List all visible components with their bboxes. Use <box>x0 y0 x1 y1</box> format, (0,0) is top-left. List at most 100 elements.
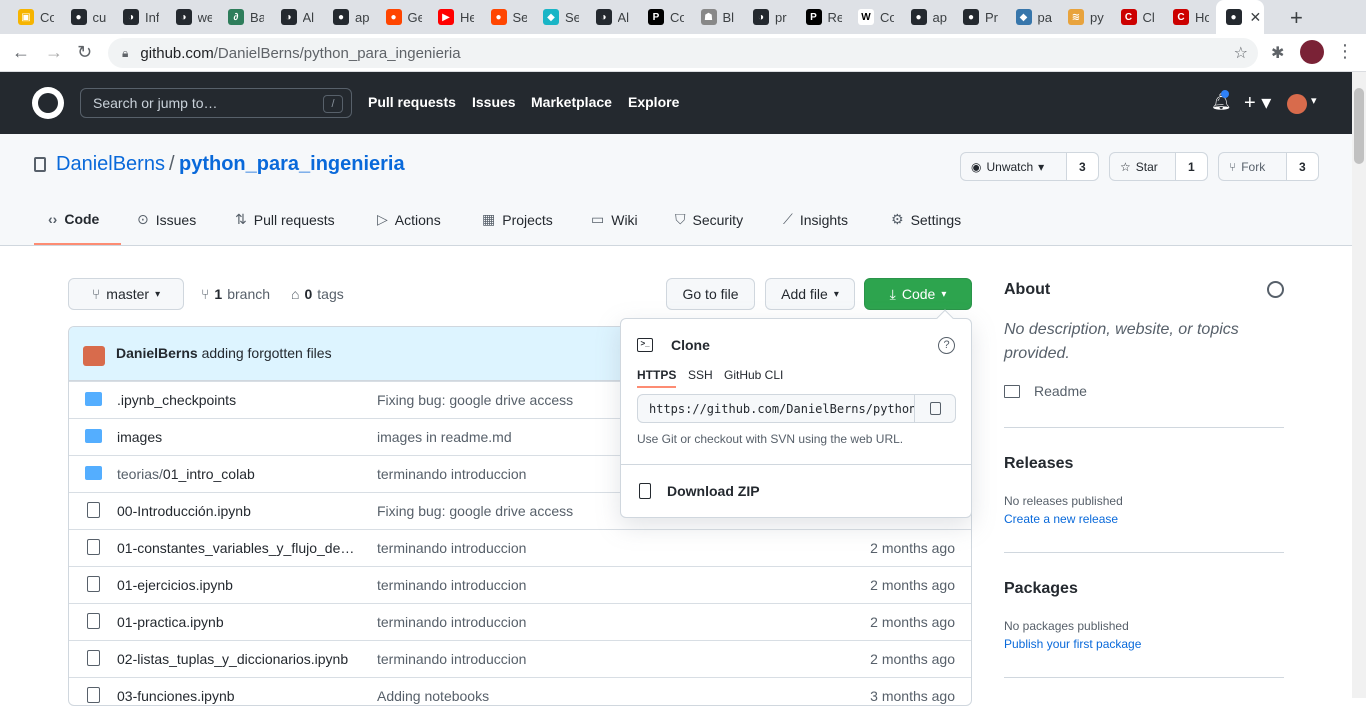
reload-icon[interactable]: ↻ <box>77 42 92 63</box>
file-commit-message[interactable]: Fixing bug: google drive access <box>377 503 573 519</box>
file-name[interactable]: .ipynb_checkpoints <box>117 392 357 408</box>
tab-github-cli[interactable]: GitHub CLI <box>724 368 783 382</box>
browser-tab[interactable]: ◆ pa <box>1006 0 1059 34</box>
file-name[interactable]: teorias/01_intro_colab <box>117 466 357 482</box>
bookmark-star-icon[interactable]: ☆ <box>1234 43 1248 63</box>
file-name[interactable]: 01-constantes_variables_y_flujo_de… <box>117 540 357 556</box>
file-commit-message[interactable]: terminando introduccion <box>377 651 526 667</box>
copy-url-button[interactable] <box>914 394 956 423</box>
browser-tab[interactable]: ∂ Ba <box>218 0 271 34</box>
branch-select-button[interactable]: ⑂ master ▾ <box>68 278 184 310</box>
gear-icon[interactable] <box>1267 281 1284 298</box>
browser-menu-icon[interactable]: ⋮ <box>1336 41 1354 62</box>
browser-tab[interactable]: P Co <box>638 0 691 34</box>
browser-tab[interactable]: ● Se <box>481 0 534 34</box>
publish-package-link[interactable]: Publish your first package <box>1004 637 1141 651</box>
file-name[interactable]: images <box>117 429 357 445</box>
browser-tab[interactable]: ● ap <box>901 0 954 34</box>
file-row[interactable]: 03-funciones.ipynb Adding notebooks 3 mont… <box>69 677 971 705</box>
browser-tab[interactable]: W Co <box>848 0 901 34</box>
file-row[interactable]: 02-listas_tuplas_y_diccionarios.ipynb ter… <box>69 640 971 677</box>
tab-ssh[interactable]: SSH <box>688 368 713 382</box>
github-logo-icon[interactable] <box>32 87 64 119</box>
browser-tab[interactable]: ◑ we <box>166 0 219 34</box>
file-row[interactable]: 01-constantes_variables_y_flujo_de… termi… <box>69 529 971 566</box>
scrollbar-thumb[interactable] <box>1354 88 1364 164</box>
file-commit-message[interactable]: terminando introduccion <box>377 540 526 556</box>
fork-count[interactable]: 3 <box>1287 153 1318 180</box>
browser-tab[interactable]: ● cu <box>61 0 114 34</box>
commit-author[interactable]: DanielBerns <box>116 345 198 361</box>
profile-avatar[interactable] <box>1300 40 1324 64</box>
back-icon[interactable]: ← <box>12 42 30 63</box>
address-bar[interactable]: 🔒︎ github.com/DanielBerns/python_para_in… <box>108 38 1258 68</box>
nav-pull-requests[interactable]: Pull requests <box>368 94 456 110</box>
browser-tab[interactable]: ≋ py <box>1058 0 1111 34</box>
nav-explore[interactable]: Explore <box>628 94 679 110</box>
search-input[interactable]: Search or jump to… / <box>80 88 352 118</box>
create-new-icon[interactable]: + ▾ <box>1244 90 1271 115</box>
extensions-icon[interactable]: ✱ <box>1271 43 1284 63</box>
browser-tab[interactable]: ◑ pr <box>743 0 796 34</box>
nav-issues[interactable]: Issues <box>472 94 516 110</box>
file-commit-message[interactable]: terminando introduccion <box>377 466 526 482</box>
browser-tab[interactable]: ▣ Co <box>8 0 61 34</box>
file-name[interactable]: 03-funciones.ipynb <box>117 688 357 704</box>
chevron-down-icon[interactable]: ▾ <box>1311 94 1317 107</box>
browser-tab[interactable]: ● Ge <box>376 0 429 34</box>
file-commit-message[interactable]: Fixing bug: google drive access <box>377 392 573 408</box>
browser-tab[interactable]: C Ho <box>1163 0 1216 34</box>
readme-link[interactable]: Readme <box>1004 383 1087 399</box>
releases-title[interactable]: Releases <box>1004 455 1073 473</box>
browser-tab[interactable]: P Re <box>796 0 849 34</box>
repo-name-link[interactable]: python_para_ingenieria <box>179 153 405 176</box>
download-zip-button[interactable]: Download ZIP <box>639 483 760 499</box>
browser-tab[interactable]: ● ✕ <box>1215 0 1264 34</box>
fork-button[interactable]: ⑂ Fork <box>1219 153 1287 180</box>
close-tab-icon[interactable]: ✕ <box>1250 9 1262 26</box>
file-commit-message[interactable]: terminando introduccion <box>377 577 526 593</box>
browser-tab[interactable]: C Cl <box>1111 0 1164 34</box>
nav-marketplace[interactable]: Marketplace <box>531 94 612 110</box>
browser-tab[interactable]: ◆ Se <box>533 0 586 34</box>
create-release-link[interactable]: Create a new release <box>1004 512 1118 526</box>
tab-wiki[interactable]: ▭ Wiki <box>591 211 638 228</box>
browser-tab[interactable]: ◑ Al <box>586 0 639 34</box>
repo-owner-link[interactable]: DanielBerns <box>56 153 165 176</box>
browser-tab[interactable]: ☗ Bl <box>691 0 744 34</box>
tab-code[interactable]: ‹› Code <box>48 211 99 227</box>
add-file-button[interactable]: Add file ▾ <box>765 278 855 310</box>
packages-title[interactable]: Packages <box>1004 580 1078 598</box>
tab-https[interactable]: HTTPS <box>637 368 677 388</box>
clone-url-input[interactable]: https://github.com/DanielBerns/python_pa… <box>637 394 915 423</box>
star-button[interactable]: ☆ Star <box>1110 153 1176 180</box>
browser-tab[interactable]: ● Pr <box>953 0 1006 34</box>
tab-pull-requests[interactable]: ⇅ Pull requests <box>235 211 335 228</box>
commit-author-avatar[interactable] <box>83 346 105 366</box>
commit-message[interactable]: adding forgotten files <box>202 345 332 361</box>
browser-tab[interactable]: ◑ Inf <box>113 0 166 34</box>
code-button[interactable]: ⤓ Code ▾ <box>864 278 972 310</box>
page-scrollbar[interactable] <box>1352 72 1366 698</box>
new-tab-button[interactable]: + <box>1290 5 1303 31</box>
unwatch-button[interactable]: ◉ Unwatch ▾ <box>961 153 1067 180</box>
browser-tab[interactable]: ◑ Al <box>271 0 324 34</box>
watch-count[interactable]: 3 <box>1067 153 1098 180</box>
tab-settings[interactable]: ⚙ Settings <box>891 211 961 228</box>
tab-insights[interactable]: ⟋ Insights <box>783 211 848 228</box>
file-name[interactable]: 01-practica.ipynb <box>117 614 357 630</box>
star-count[interactable]: 1 <box>1176 153 1207 180</box>
file-name[interactable]: 00-Introducción.ipynb <box>117 503 357 519</box>
file-commit-message[interactable]: Adding notebooks <box>377 688 489 704</box>
tab-actions[interactable]: ▷ Actions <box>377 211 441 228</box>
go-to-file-button[interactable]: Go to file <box>666 278 755 310</box>
tab-security[interactable]: ⛉ Security <box>675 211 743 228</box>
tab-projects[interactable]: ▦ Projects <box>482 211 553 228</box>
file-commit-message[interactable]: terminando introduccion <box>377 614 526 630</box>
file-row[interactable]: 01-ejercicios.ipynb terminando introducci… <box>69 566 971 603</box>
user-avatar[interactable] <box>1287 94 1307 114</box>
forward-icon[interactable]: → <box>45 42 63 63</box>
file-name[interactable]: 02-listas_tuplas_y_diccionarios.ipynb <box>117 651 357 667</box>
file-name[interactable]: 01-ejercicios.ipynb <box>117 577 357 593</box>
tab-issues[interactable]: ⊙ Issues <box>137 211 196 228</box>
